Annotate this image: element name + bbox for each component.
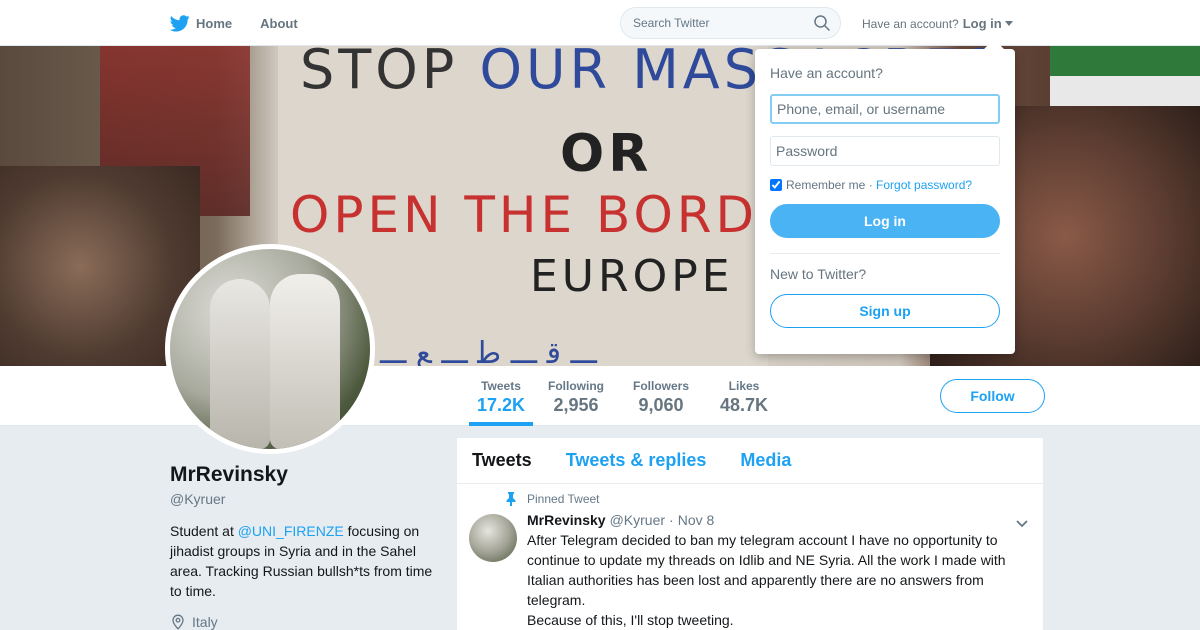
login-dropdown-title: Have an account? bbox=[770, 65, 883, 81]
tweet-avatar[interactable] bbox=[469, 514, 517, 562]
remember-separator: · bbox=[865, 178, 877, 192]
timeline-tabs: Tweets Tweets & replies Media bbox=[457, 438, 1043, 484]
banner-sign-line4: EUROPE bbox=[530, 251, 734, 302]
remember-me-checkbox[interactable] bbox=[770, 179, 782, 191]
stat-value: 17.2K bbox=[476, 395, 526, 415]
new-to-twitter-text: New to Twitter? bbox=[770, 266, 867, 282]
nav-home-label: Home bbox=[196, 15, 233, 31]
login-button[interactable]: Log in bbox=[770, 204, 1000, 238]
login-divider bbox=[770, 253, 1000, 254]
login-dropdown-toggle[interactable]: Log in bbox=[963, 16, 1013, 31]
chevron-down-icon[interactable] bbox=[1015, 516, 1029, 534]
banner-sign-arabic-script: ـــ ﻗ ـــ ﻃ ـــ ﻊ ـــ bbox=[380, 336, 597, 366]
tweet-text-paragraph-2: Because of this, I'll stop tweeting. bbox=[527, 612, 734, 628]
follow-button[interactable]: Follow bbox=[940, 379, 1045, 413]
nav-about[interactable]: About bbox=[260, 16, 298, 31]
signup-button[interactable]: Sign up bbox=[770, 294, 1000, 328]
avatar-image bbox=[170, 249, 370, 449]
stat-following[interactable]: Following 2,956 bbox=[547, 366, 605, 426]
tweet-timestamp[interactable]: Nov 8 bbox=[678, 512, 715, 528]
remember-me-label[interactable]: Remember me bbox=[786, 178, 865, 192]
tab-media[interactable]: Media bbox=[740, 450, 791, 471]
stat-tweets[interactable]: Tweets 17.2K bbox=[469, 366, 533, 426]
forgot-password-link[interactable]: Forgot password? bbox=[876, 178, 972, 192]
timeline: Tweets Tweets & replies Media Pinned Twe… bbox=[456, 437, 1044, 630]
stat-value: 2,956 bbox=[553, 395, 599, 415]
tweet-text: After Telegram decided to ban my telegra… bbox=[527, 530, 1027, 630]
stat-value: 9,060 bbox=[638, 395, 684, 415]
profile-location: Italy bbox=[170, 614, 218, 630]
pinned-indicator: Pinned Tweet bbox=[505, 492, 1028, 506]
banner-sign-line2: OR bbox=[560, 124, 653, 184]
tab-tweets-replies[interactable]: Tweets & replies bbox=[566, 450, 707, 471]
search-box bbox=[620, 7, 841, 39]
nav-home[interactable]: Home bbox=[170, 14, 233, 32]
account-area: Have an account? Log in bbox=[862, 16, 1013, 31]
search-input[interactable] bbox=[621, 8, 801, 38]
avatar-statue-left bbox=[210, 279, 270, 449]
tweet-author-handle[interactable]: @Kyruer bbox=[610, 512, 665, 528]
pin-icon bbox=[506, 492, 516, 506]
username-field[interactable] bbox=[770, 94, 1000, 124]
profile-handle[interactable]: @Kyruer bbox=[170, 491, 225, 507]
stat-label: Followers bbox=[632, 379, 689, 393]
pinned-tweet[interactable]: Pinned Tweet MrRevinsky @Kyruer · Nov 8 … bbox=[457, 484, 1043, 630]
tweet-separator: · bbox=[669, 512, 674, 528]
tweet-author-name[interactable]: MrRevinsky bbox=[527, 512, 606, 528]
location-pin-icon bbox=[172, 614, 184, 630]
stat-label: Following bbox=[548, 379, 604, 393]
bio-text-prefix: Student at bbox=[170, 523, 238, 539]
tweet-text-paragraph-1: After Telegram decided to ban my telegra… bbox=[527, 532, 1006, 608]
nav-about-label: About bbox=[260, 15, 298, 31]
avatar-statue-right bbox=[270, 274, 340, 449]
twitter-bird-icon bbox=[170, 14, 190, 31]
search-icon[interactable] bbox=[814, 15, 830, 36]
remember-row: Remember me · Forgot password? bbox=[770, 178, 1000, 192]
profile-bio: Student at @UNI_FIRENZE focusing on jiha… bbox=[170, 521, 435, 601]
top-navigation-bar: Home About Have an account? Log in bbox=[0, 0, 1200, 46]
login-dropdown: Have an account? Remember me · Forgot pa… bbox=[755, 49, 1015, 354]
pinned-label: Pinned Tweet bbox=[527, 492, 600, 506]
have-account-text: Have an account? bbox=[862, 16, 959, 31]
stat-likes[interactable]: Likes 48.7K bbox=[719, 366, 769, 426]
profile-avatar[interactable] bbox=[165, 244, 375, 454]
nav-left: Home About bbox=[170, 0, 326, 46]
banner-flag bbox=[1050, 46, 1200, 106]
tweet-header: MrRevinsky @Kyruer · Nov 8 bbox=[527, 512, 1028, 528]
location-text: Italy bbox=[192, 614, 218, 630]
caret-down-icon bbox=[1004, 21, 1013, 26]
stat-label: Tweets bbox=[481, 379, 521, 393]
stat-followers[interactable]: Followers 9,060 bbox=[632, 366, 690, 426]
password-field[interactable] bbox=[770, 136, 1000, 166]
stat-label: Likes bbox=[728, 379, 760, 393]
profile-name[interactable]: MrRevinsky bbox=[170, 463, 288, 487]
login-toggle-label: Log in bbox=[962, 16, 1002, 31]
tab-tweets[interactable]: Tweets bbox=[472, 450, 532, 471]
stat-value: 48.7K bbox=[719, 395, 769, 415]
bio-mention-link[interactable]: @UNI_FIRENZE bbox=[238, 523, 344, 539]
